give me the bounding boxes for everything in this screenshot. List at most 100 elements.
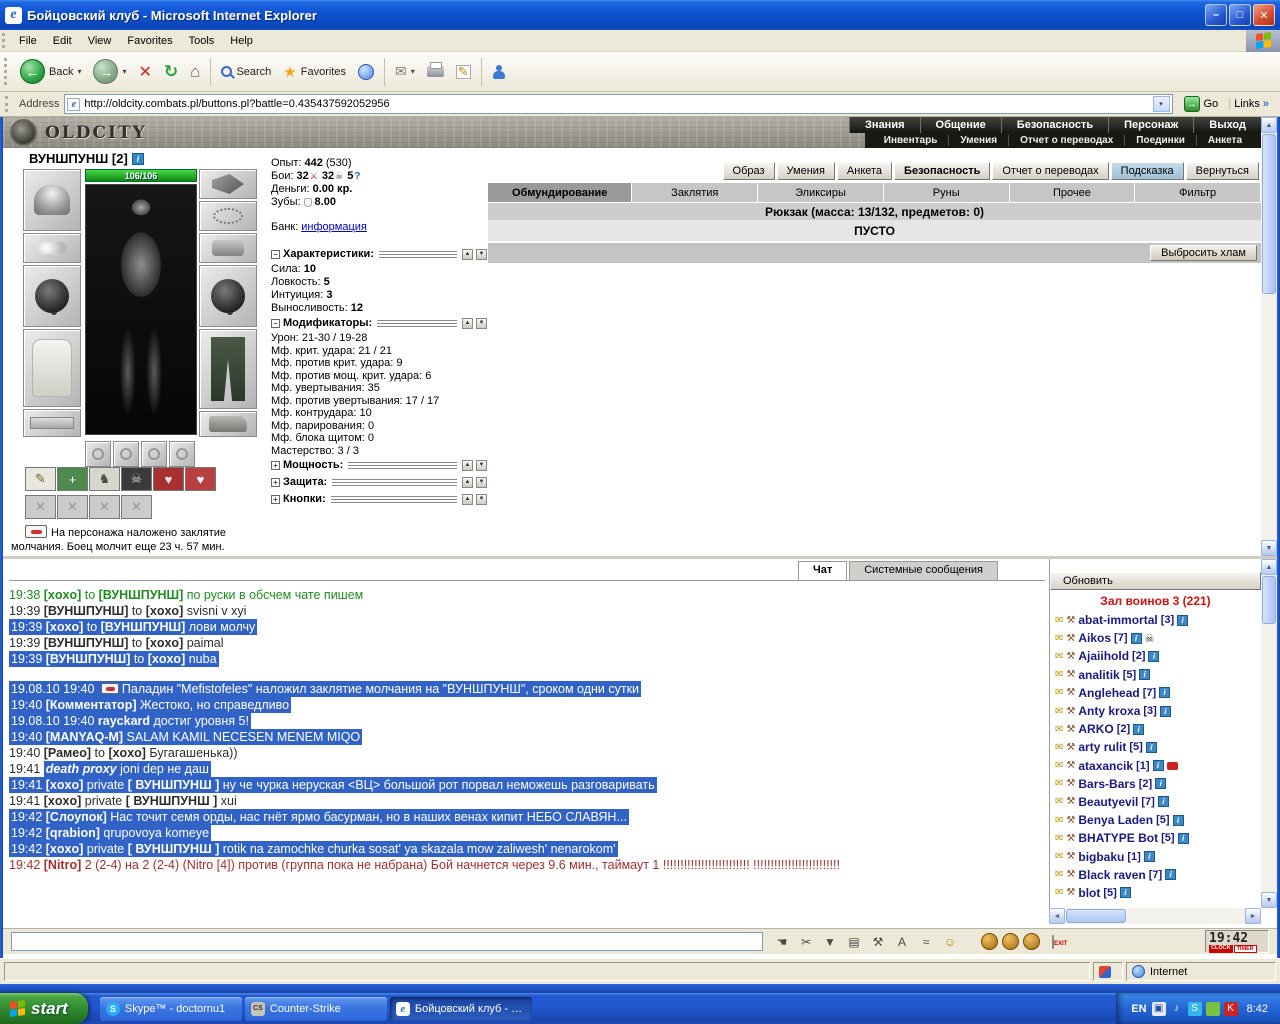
message-icon[interactable]: ✉ bbox=[1055, 778, 1063, 789]
section-up-button[interactable]: ▲ bbox=[462, 494, 473, 505]
go-button[interactable]: → Go bbox=[1178, 96, 1225, 112]
user-name[interactable]: bigbaku bbox=[1078, 850, 1124, 864]
chat-input[interactable] bbox=[11, 932, 763, 951]
message-icon[interactable]: ✉ bbox=[1055, 669, 1063, 680]
disabled-slot-icon[interactable]: ✕ bbox=[89, 495, 120, 519]
info-icon[interactable]: i bbox=[1144, 851, 1155, 862]
user-name[interactable]: ataxancik bbox=[1078, 759, 1133, 773]
collapse-toggle[interactable]: − bbox=[271, 319, 280, 328]
user-row[interactable]: ✉⚒Black raven[7]i bbox=[1050, 866, 1261, 884]
back-dropdown-icon[interactable]: ▾ bbox=[77, 67, 81, 76]
network-tray-icon[interactable]: ▣ bbox=[1152, 1002, 1166, 1016]
inv-button-5[interactable]: Подсказка bbox=[1111, 162, 1184, 180]
inv-button-2[interactable]: Анкета bbox=[837, 162, 892, 180]
user-row[interactable]: ✉⚒arty rulit[5]i bbox=[1050, 738, 1261, 756]
message-icon[interactable]: ✉ bbox=[1055, 633, 1063, 644]
bank-info-link[interactable]: информация bbox=[301, 221, 367, 234]
user-row[interactable]: ✉⚒Bars-Bars[2]i bbox=[1050, 775, 1261, 793]
user-row[interactable]: ✉⚒ARKO[2]i bbox=[1050, 720, 1261, 738]
inv-button-6[interactable]: Вернуться bbox=[1186, 162, 1259, 180]
inv-button-0[interactable]: Образ bbox=[723, 162, 775, 180]
user-name[interactable]: Beautyevil bbox=[1078, 795, 1138, 809]
menu-help[interactable]: Help bbox=[222, 32, 261, 50]
info-icon[interactable]: i bbox=[1139, 669, 1150, 680]
attack-icon[interactable]: ⚒ bbox=[1066, 615, 1075, 626]
ring-slot[interactable] bbox=[169, 441, 195, 467]
skype-tray-icon[interactable]: S bbox=[1188, 1002, 1202, 1016]
attack-icon[interactable]: ⚒ bbox=[1066, 833, 1075, 844]
section-down-button[interactable]: ▼ bbox=[476, 249, 487, 260]
scroll-down-icon[interactable]: ▼ bbox=[1261, 540, 1277, 556]
inv-tab-0[interactable]: Обмундирование bbox=[488, 183, 632, 202]
edit-button[interactable]: ✎ bbox=[451, 62, 476, 82]
scroll-thumb[interactable] bbox=[1262, 576, 1276, 624]
scroll-down-icon[interactable]: ▼ bbox=[1261, 892, 1277, 908]
favorites-button[interactable]: ★ Favorites bbox=[278, 60, 351, 84]
attack-icon[interactable]: ⚒ bbox=[1066, 669, 1075, 680]
antivirus-tray-icon[interactable]: K bbox=[1224, 1002, 1238, 1016]
refresh-button[interactable]: Обновить bbox=[1050, 572, 1261, 590]
attack-icon[interactable]: ⚒ bbox=[1066, 724, 1075, 735]
message-icon[interactable]: ✉ bbox=[1055, 687, 1063, 698]
info-icon[interactable]: i bbox=[1153, 760, 1164, 771]
inv-tab-5[interactable]: Фильтр bbox=[1135, 183, 1261, 202]
message-icon[interactable]: ✉ bbox=[1055, 651, 1063, 662]
earrings-slot[interactable] bbox=[23, 233, 81, 263]
forward-button[interactable]: → ▾ bbox=[88, 56, 131, 87]
translit-icon[interactable]: ≈ bbox=[915, 932, 937, 952]
links-button[interactable]: Links » bbox=[1229, 98, 1277, 110]
scroll-left-icon[interactable]: ◄ bbox=[1049, 908, 1065, 924]
message-icon[interactable]: ✉ bbox=[1055, 833, 1063, 844]
messenger-button[interactable] bbox=[487, 62, 511, 82]
settings-icon[interactable]: ⚒ bbox=[867, 932, 889, 952]
maximize-button[interactable]: □ bbox=[1229, 4, 1251, 26]
agent-tray-icon[interactable] bbox=[1206, 1002, 1220, 1016]
ring-slot[interactable] bbox=[141, 441, 167, 467]
pet-icon[interactable]: ♞ bbox=[89, 467, 120, 491]
search-button[interactable]: Search bbox=[216, 63, 276, 81]
filter-icon[interactable]: ▼ bbox=[819, 932, 841, 952]
shirt-slot[interactable] bbox=[23, 329, 81, 407]
info-icon[interactable]: i bbox=[1158, 796, 1169, 807]
inv-button-4[interactable]: Отчет о переводах bbox=[992, 162, 1108, 180]
disabled-slot-icon[interactable]: ✕ bbox=[25, 495, 56, 519]
hand-icon[interactable]: ☚ bbox=[771, 932, 793, 952]
mail-dropdown-icon[interactable]: ▾ bbox=[411, 67, 415, 76]
coin2-icon[interactable] bbox=[1002, 933, 1019, 950]
inv-tab-4[interactable]: Прочее bbox=[1010, 183, 1136, 202]
inv-button-1[interactable]: Умения bbox=[777, 162, 835, 180]
section-down-button[interactable]: ▼ bbox=[476, 494, 487, 505]
disabled-slot-icon[interactable]: ✕ bbox=[121, 495, 152, 519]
close-button[interactable]: ✕ bbox=[1253, 4, 1275, 26]
collapse-toggle[interactable]: − bbox=[271, 250, 280, 259]
attack-icon[interactable]: ⚒ bbox=[1066, 651, 1075, 662]
chat-tab-0[interactable]: Чат bbox=[798, 561, 847, 580]
scroll-up-icon[interactable]: ▲ bbox=[1261, 117, 1277, 133]
message-icon[interactable]: ✉ bbox=[1055, 615, 1063, 626]
inv-tab-2[interactable]: Эликсиры bbox=[758, 183, 884, 202]
user-row[interactable]: ✉⚒Anglehead[7]i bbox=[1050, 684, 1261, 702]
user-name[interactable]: Aikos bbox=[1078, 631, 1111, 645]
scroll-up-icon[interactable]: ▲ bbox=[1261, 559, 1277, 575]
attack-icon[interactable]: ⚒ bbox=[1066, 815, 1075, 826]
start-button[interactable]: start bbox=[0, 993, 88, 1024]
section-up-button[interactable]: ▲ bbox=[462, 318, 473, 329]
trash-button[interactable]: Выбросить хлам bbox=[1150, 245, 1257, 261]
user-name[interactable]: ARKO bbox=[1078, 722, 1113, 736]
shield-icon[interactable]: + bbox=[57, 467, 88, 491]
section-up-button[interactable]: ▲ bbox=[462, 477, 473, 488]
message-icon[interactable]: ✉ bbox=[1055, 851, 1063, 862]
attack-icon[interactable]: ⚒ bbox=[1066, 869, 1075, 880]
info-icon[interactable]: i bbox=[1165, 869, 1176, 880]
taskbar-task[interactable]: eБойцовский клуб - M... bbox=[390, 997, 532, 1021]
necklace-slot[interactable] bbox=[199, 201, 257, 231]
user-row[interactable]: ✉⚒bigbaku[1]i bbox=[1050, 847, 1261, 865]
attack-icon[interactable]: ⚒ bbox=[1066, 633, 1075, 644]
history-button[interactable] bbox=[353, 61, 379, 83]
taskbar-task[interactable]: SSkype™ - doctornu1 bbox=[100, 997, 242, 1021]
info-icon[interactable]: i bbox=[1146, 742, 1157, 753]
boots-slot[interactable] bbox=[199, 411, 257, 437]
chat-tab-1[interactable]: Системные сообщения bbox=[849, 561, 998, 580]
info-icon[interactable]: i bbox=[1148, 651, 1159, 662]
menu-file[interactable]: File bbox=[11, 32, 45, 50]
